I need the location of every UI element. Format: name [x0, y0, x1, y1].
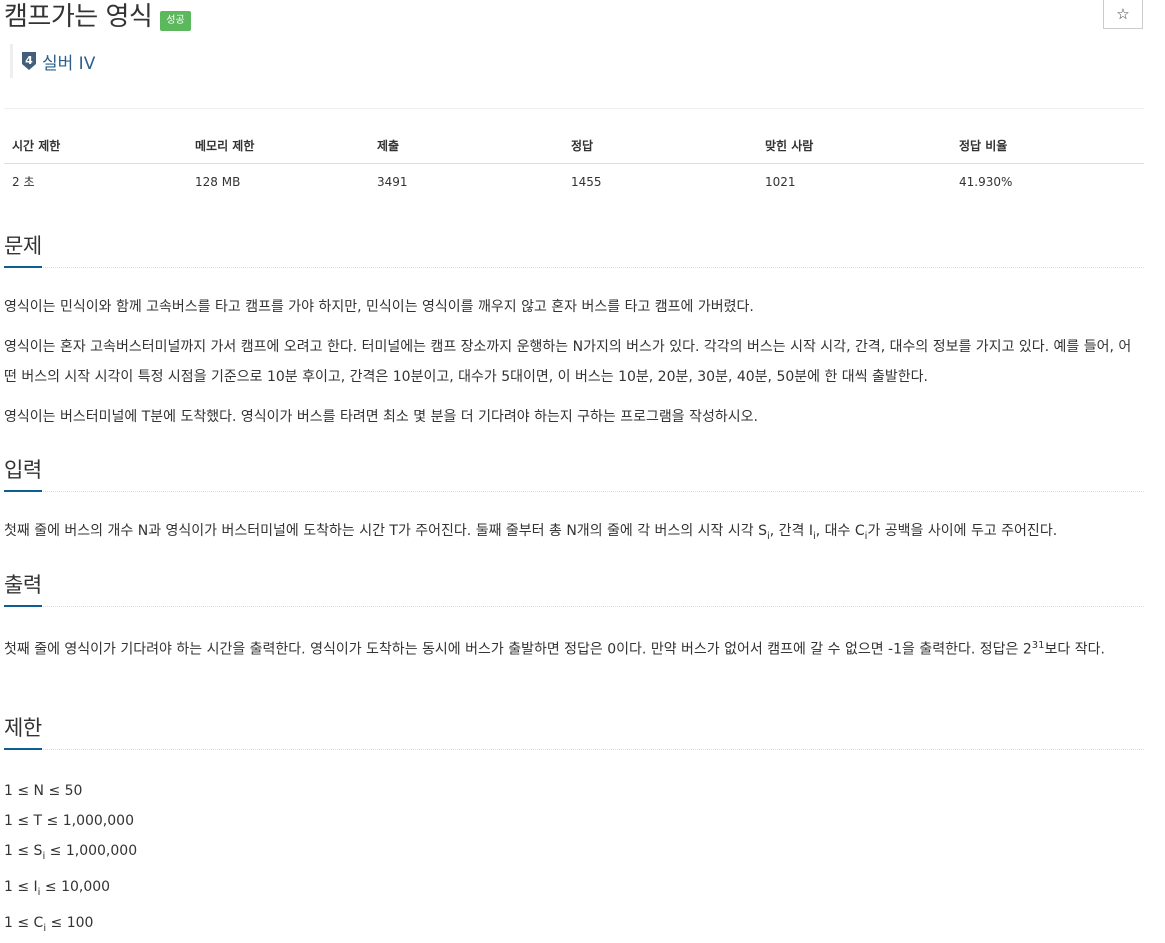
section-header: 출력	[4, 568, 1144, 607]
problem-page: 캠프가는 영식 성공 ☆ 4 실버 IV 시간 제한 메모리 제한 제출 정답 …	[0, 0, 1165, 933]
stats-value-row: 2 초 128 MB 3491 1455 1021 41.930%	[4, 164, 1144, 200]
header-solvers: 맞힌 사람	[757, 128, 951, 164]
section-header: 문제	[4, 229, 1144, 268]
output-paragraph: 첫째 줄에 영식이가 기다려야 하는 시간을 출력한다. 영식이가 도착하는 동…	[4, 640, 1105, 658]
section-title: 제한	[4, 716, 42, 740]
section-underline	[4, 748, 42, 750]
section-title: 출력	[4, 573, 42, 597]
value-solvers: 1021	[765, 174, 796, 189]
tier-info[interactable]: 4 실버 IV	[10, 44, 95, 78]
problem-description-section: 문제 영식이는 민식이와 함께 고속버스를 타고 캠프를 가야 하지만, 민식이…	[4, 229, 1144, 432]
section-header: 입력	[4, 453, 1144, 492]
description-paragraph: 영식이는 혼자 고속버스터미널까지 가서 캠프에 오려고 한다. 터미널에는 캠…	[4, 339, 1132, 385]
result-badge: 성공	[160, 11, 191, 31]
limit-t: 1 ≤ T ≤ 1,000,000	[4, 813, 134, 829]
header-ratio: 정답 비율	[951, 128, 1144, 164]
favorite-button[interactable]: ☆	[1103, 0, 1143, 29]
header-time-limit: 시간 제한	[4, 128, 187, 164]
header-memory-limit: 메모리 제한	[187, 128, 369, 164]
description-paragraph: 영식이는 버스터미널에 T분에 도착했다. 영식이가 버스를 타려면 최소 몇 …	[4, 409, 758, 425]
problem-stats-table: 시간 제한 메모리 제한 제출 정답 맞힌 사람 정답 비율 2 초 128 M…	[4, 128, 1144, 199]
stats-header-row: 시간 제한 메모리 제한 제출 정답 맞힌 사람 정답 비율	[4, 128, 1144, 164]
value-submissions: 3491	[377, 174, 408, 189]
limit-c: 1 ≤ Ci ≤ 100	[4, 914, 94, 934]
limits-section: 제한 1 ≤ N ≤ 50 1 ≤ T ≤ 1,000,000 1 ≤ Si ≤…	[4, 711, 1144, 943]
section-underline	[4, 605, 42, 607]
section-header: 제한	[4, 711, 1144, 750]
tier-number: 4	[25, 54, 33, 67]
section-title: 입력	[4, 458, 42, 482]
value-accepted: 1455	[571, 174, 602, 189]
tier-shield-icon: 4	[22, 52, 36, 70]
description-paragraph: 영식이는 민식이와 함께 고속버스를 타고 캠프를 가야 하지만, 민식이는 영…	[4, 299, 754, 315]
section-underline	[4, 266, 42, 268]
input-paragraph: 첫째 줄에 버스의 개수 N과 영식이가 버스터미널에 도착하는 시간 T가 주…	[4, 523, 1058, 542]
value-memory-limit: 128 MB	[195, 174, 241, 189]
value-time-limit: 2 초	[12, 175, 35, 189]
output-section: 출력 첫째 줄에 영식이가 기다려야 하는 시간을 출력한다. 영식이가 도착하…	[4, 568, 1144, 665]
value-ratio: 41.930%	[959, 174, 1013, 189]
problem-title: 캠프가는 영식	[4, 2, 153, 32]
star-icon: ☆	[1116, 5, 1130, 23]
section-title: 문제	[4, 234, 42, 258]
header-accepted: 정답	[563, 128, 757, 164]
limit-n: 1 ≤ N ≤ 50	[4, 783, 83, 799]
input-section: 입력 첫째 줄에 버스의 개수 N과 영식이가 버스터미널에 도착하는 시간 T…	[4, 453, 1144, 552]
header-submissions: 제출	[369, 128, 563, 164]
section-underline	[4, 490, 42, 492]
divider	[4, 108, 1144, 109]
limit-i: 1 ≤ Ii ≤ 10,000	[4, 878, 111, 898]
limit-s: 1 ≤ Si ≤ 1,000,000	[4, 843, 138, 862]
problem-header: 캠프가는 영식 성공	[4, 0, 191, 34]
tier-label[interactable]: 실버 IV	[42, 49, 95, 74]
